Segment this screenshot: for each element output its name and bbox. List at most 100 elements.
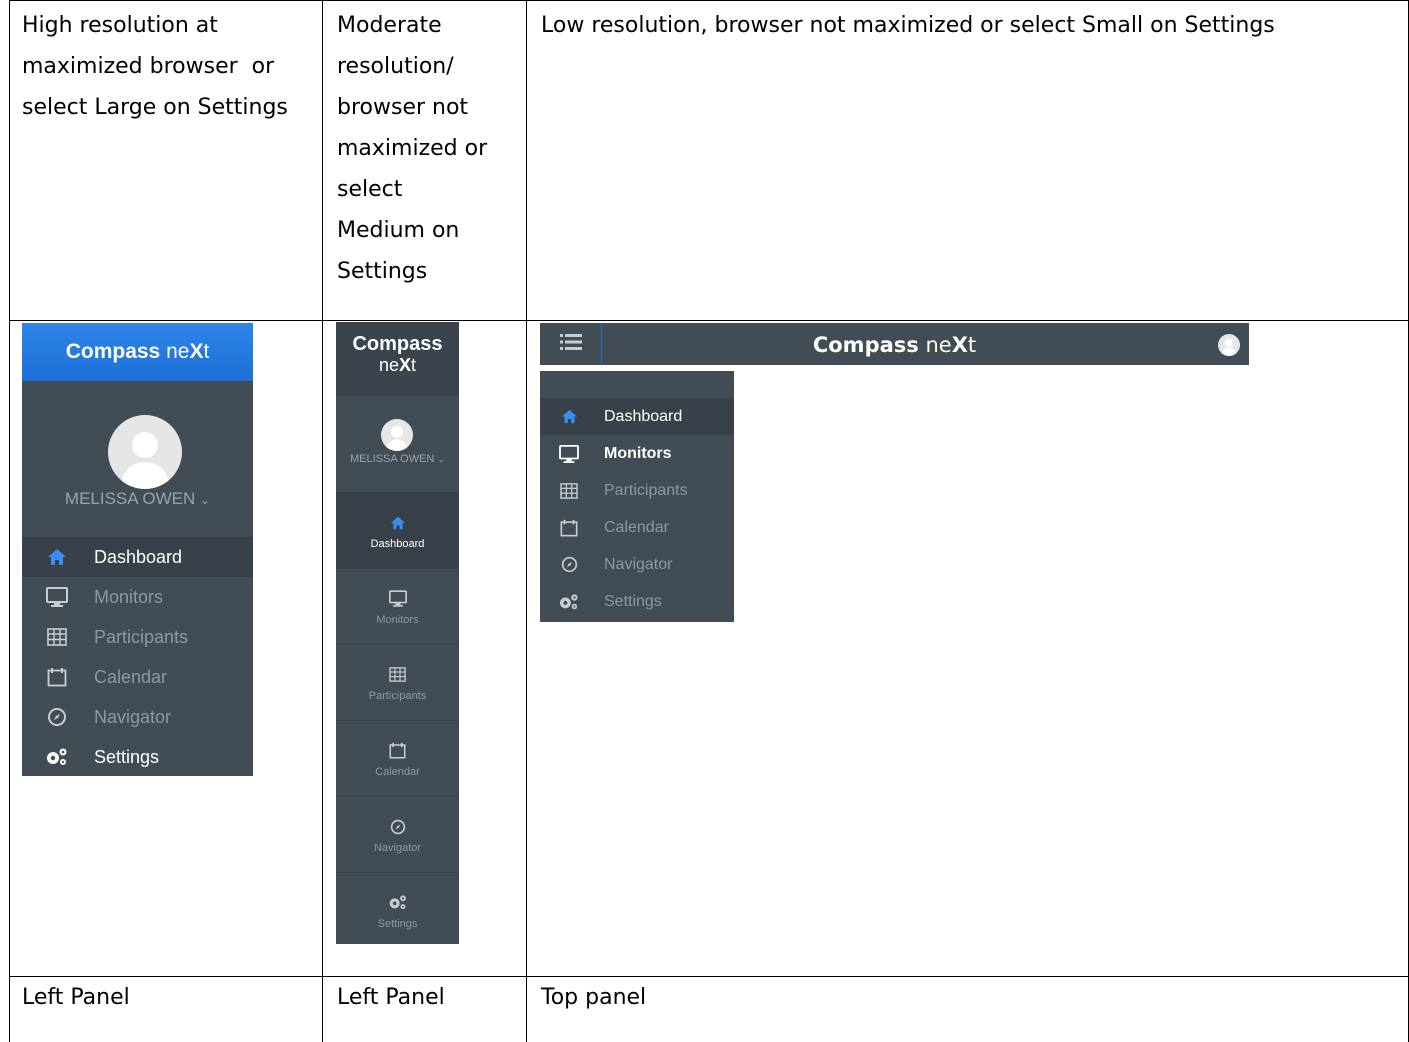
calendar-icon xyxy=(389,740,406,762)
header-cell-small: Low resolution, browser not maximized or… xyxy=(541,5,1275,46)
nav-label: Calendar xyxy=(375,765,420,778)
nav-label: Monitors xyxy=(604,444,672,462)
gears-icon xyxy=(558,593,580,611)
footer-cell-small: Top panel xyxy=(541,985,647,1010)
header-line: Low resolution, browser not maximized or… xyxy=(541,13,1275,38)
nav-item-participants[interactable]: Participants xyxy=(22,617,253,657)
table-row-divider-2 xyxy=(9,976,1408,977)
header-cell-large: High resolution at maximized browser or … xyxy=(22,5,288,128)
nav-label: Dashboard xyxy=(370,537,425,550)
chevron-down-icon: ⌄ xyxy=(200,493,211,507)
nav-label: Participants xyxy=(368,689,427,702)
top-panel: Compass neXt xyxy=(540,323,1249,365)
nav-item-monitors[interactable]: Monitors xyxy=(540,435,734,472)
monitor-icon xyxy=(44,587,70,607)
nav-item-settings[interactable]: Settings xyxy=(336,872,459,948)
chevron-down-icon: ⌄ xyxy=(437,454,445,464)
header-line: maximized browser or xyxy=(22,54,275,79)
nav-label: Settings xyxy=(94,746,160,767)
brand-suffix: neXt xyxy=(166,340,210,363)
nav-item-calendar[interactable]: Calendar xyxy=(22,657,253,697)
table-row-divider-1 xyxy=(9,320,1408,321)
gears-icon xyxy=(388,892,408,914)
header-line: browser not xyxy=(337,95,469,120)
monitor-icon xyxy=(388,588,407,610)
brand-suffix: neXt xyxy=(378,355,417,375)
nav-label: Settings xyxy=(604,592,662,610)
nav-label: Navigator xyxy=(94,706,172,727)
brand-name: Compass xyxy=(65,340,161,363)
grid-icon xyxy=(389,664,406,686)
table-divider-1 xyxy=(322,0,323,1042)
nav-item-settings[interactable]: Settings xyxy=(540,583,734,620)
medium-left-panel: Compass neXt MELISSA OWEN ⌄ Dashboard Mo… xyxy=(336,322,459,944)
brand-header: Compass neXt xyxy=(540,323,1249,367)
header-line: Moderate xyxy=(337,13,442,38)
calendar-icon xyxy=(558,519,580,537)
table-border-top xyxy=(9,0,1408,1)
nav-item-monitors[interactable]: Monitors xyxy=(22,577,253,617)
large-left-panel: Compass neXt MELISSA OWEN ⌄ Dashboard Mo… xyxy=(22,323,253,776)
header-line: select xyxy=(337,177,403,202)
nav-item-monitors[interactable]: Monitors xyxy=(336,568,459,644)
nav-item-navigator[interactable]: Navigator xyxy=(22,697,253,737)
nav-item-participants[interactable]: Participants xyxy=(336,644,459,720)
header-line: maximized or xyxy=(337,136,488,161)
nav-label: Calendar xyxy=(604,518,669,536)
brand-name: Compass xyxy=(812,333,919,357)
header-line: resolution/ xyxy=(337,54,454,79)
table-border-left xyxy=(9,0,10,1042)
list-icon xyxy=(559,333,582,355)
compass-icon xyxy=(390,816,406,838)
footer-cell-large: Left Panel xyxy=(22,985,130,1010)
header-line: Settings xyxy=(337,259,428,284)
brand-name: Compass xyxy=(352,333,443,355)
home-icon xyxy=(44,548,70,566)
brand-header[interactable]: Compass neXt xyxy=(336,322,459,396)
nav-item-dashboard[interactable]: Dashboard xyxy=(22,537,253,577)
header-line: select Large on Settings xyxy=(22,95,288,120)
nav-label: Navigator xyxy=(373,841,422,854)
nav-label: Monitors xyxy=(376,613,419,626)
dropdown-nav-menu: Dashboard Monitors Participants Calendar… xyxy=(540,371,734,622)
nav-label: Dashboard xyxy=(604,407,683,425)
menu-toggle-button[interactable] xyxy=(540,323,602,365)
gears-icon xyxy=(44,747,70,767)
footer-cell-medium: Left Panel xyxy=(337,985,445,1010)
grid-icon xyxy=(44,628,70,646)
brand-suffix: neXt xyxy=(925,333,977,357)
nav-item-dashboard[interactable]: Dashboard xyxy=(336,492,459,568)
avatar[interactable] xyxy=(1218,334,1240,356)
user-name: MELISSA OWEN xyxy=(350,453,435,465)
nav-label: Participants xyxy=(604,481,688,499)
nav-item-navigator[interactable]: Navigator xyxy=(336,796,459,872)
table-divider-2 xyxy=(526,0,527,1042)
nav-label: Participants xyxy=(94,626,189,647)
nav-item-settings[interactable]: Settings xyxy=(22,737,253,777)
compass-icon xyxy=(44,707,70,727)
brand-header[interactable]: Compass neXt xyxy=(22,323,253,381)
nav-label: Navigator xyxy=(604,555,673,573)
header-line: Medium on xyxy=(337,218,460,243)
header-line: High resolution at xyxy=(22,13,218,38)
user-menu-toggle[interactable]: MELISSA OWEN ⌄ xyxy=(336,453,459,465)
nav-label: Monitors xyxy=(94,586,164,607)
monitor-icon xyxy=(558,444,580,463)
nav-label: Calendar xyxy=(94,666,168,687)
user-name: MELISSA OWEN xyxy=(64,489,196,508)
avatar[interactable] xyxy=(381,419,413,451)
compass-icon xyxy=(558,556,580,573)
nav-item-navigator[interactable]: Navigator xyxy=(540,546,734,583)
calendar-icon xyxy=(44,667,70,687)
nav-label: Settings xyxy=(377,917,418,930)
nav-item-dashboard[interactable]: Dashboard xyxy=(540,398,734,435)
nav-item-calendar[interactable]: Calendar xyxy=(540,509,734,546)
grid-icon xyxy=(558,482,580,499)
home-icon xyxy=(390,512,406,534)
home-icon xyxy=(558,409,580,424)
user-menu-toggle[interactable]: MELISSA OWEN ⌄ xyxy=(22,487,253,512)
avatar[interactable] xyxy=(108,415,182,489)
nav-label: Dashboard xyxy=(94,546,183,567)
nav-item-participants[interactable]: Participants xyxy=(540,472,734,509)
nav-item-calendar[interactable]: Calendar xyxy=(336,720,459,796)
